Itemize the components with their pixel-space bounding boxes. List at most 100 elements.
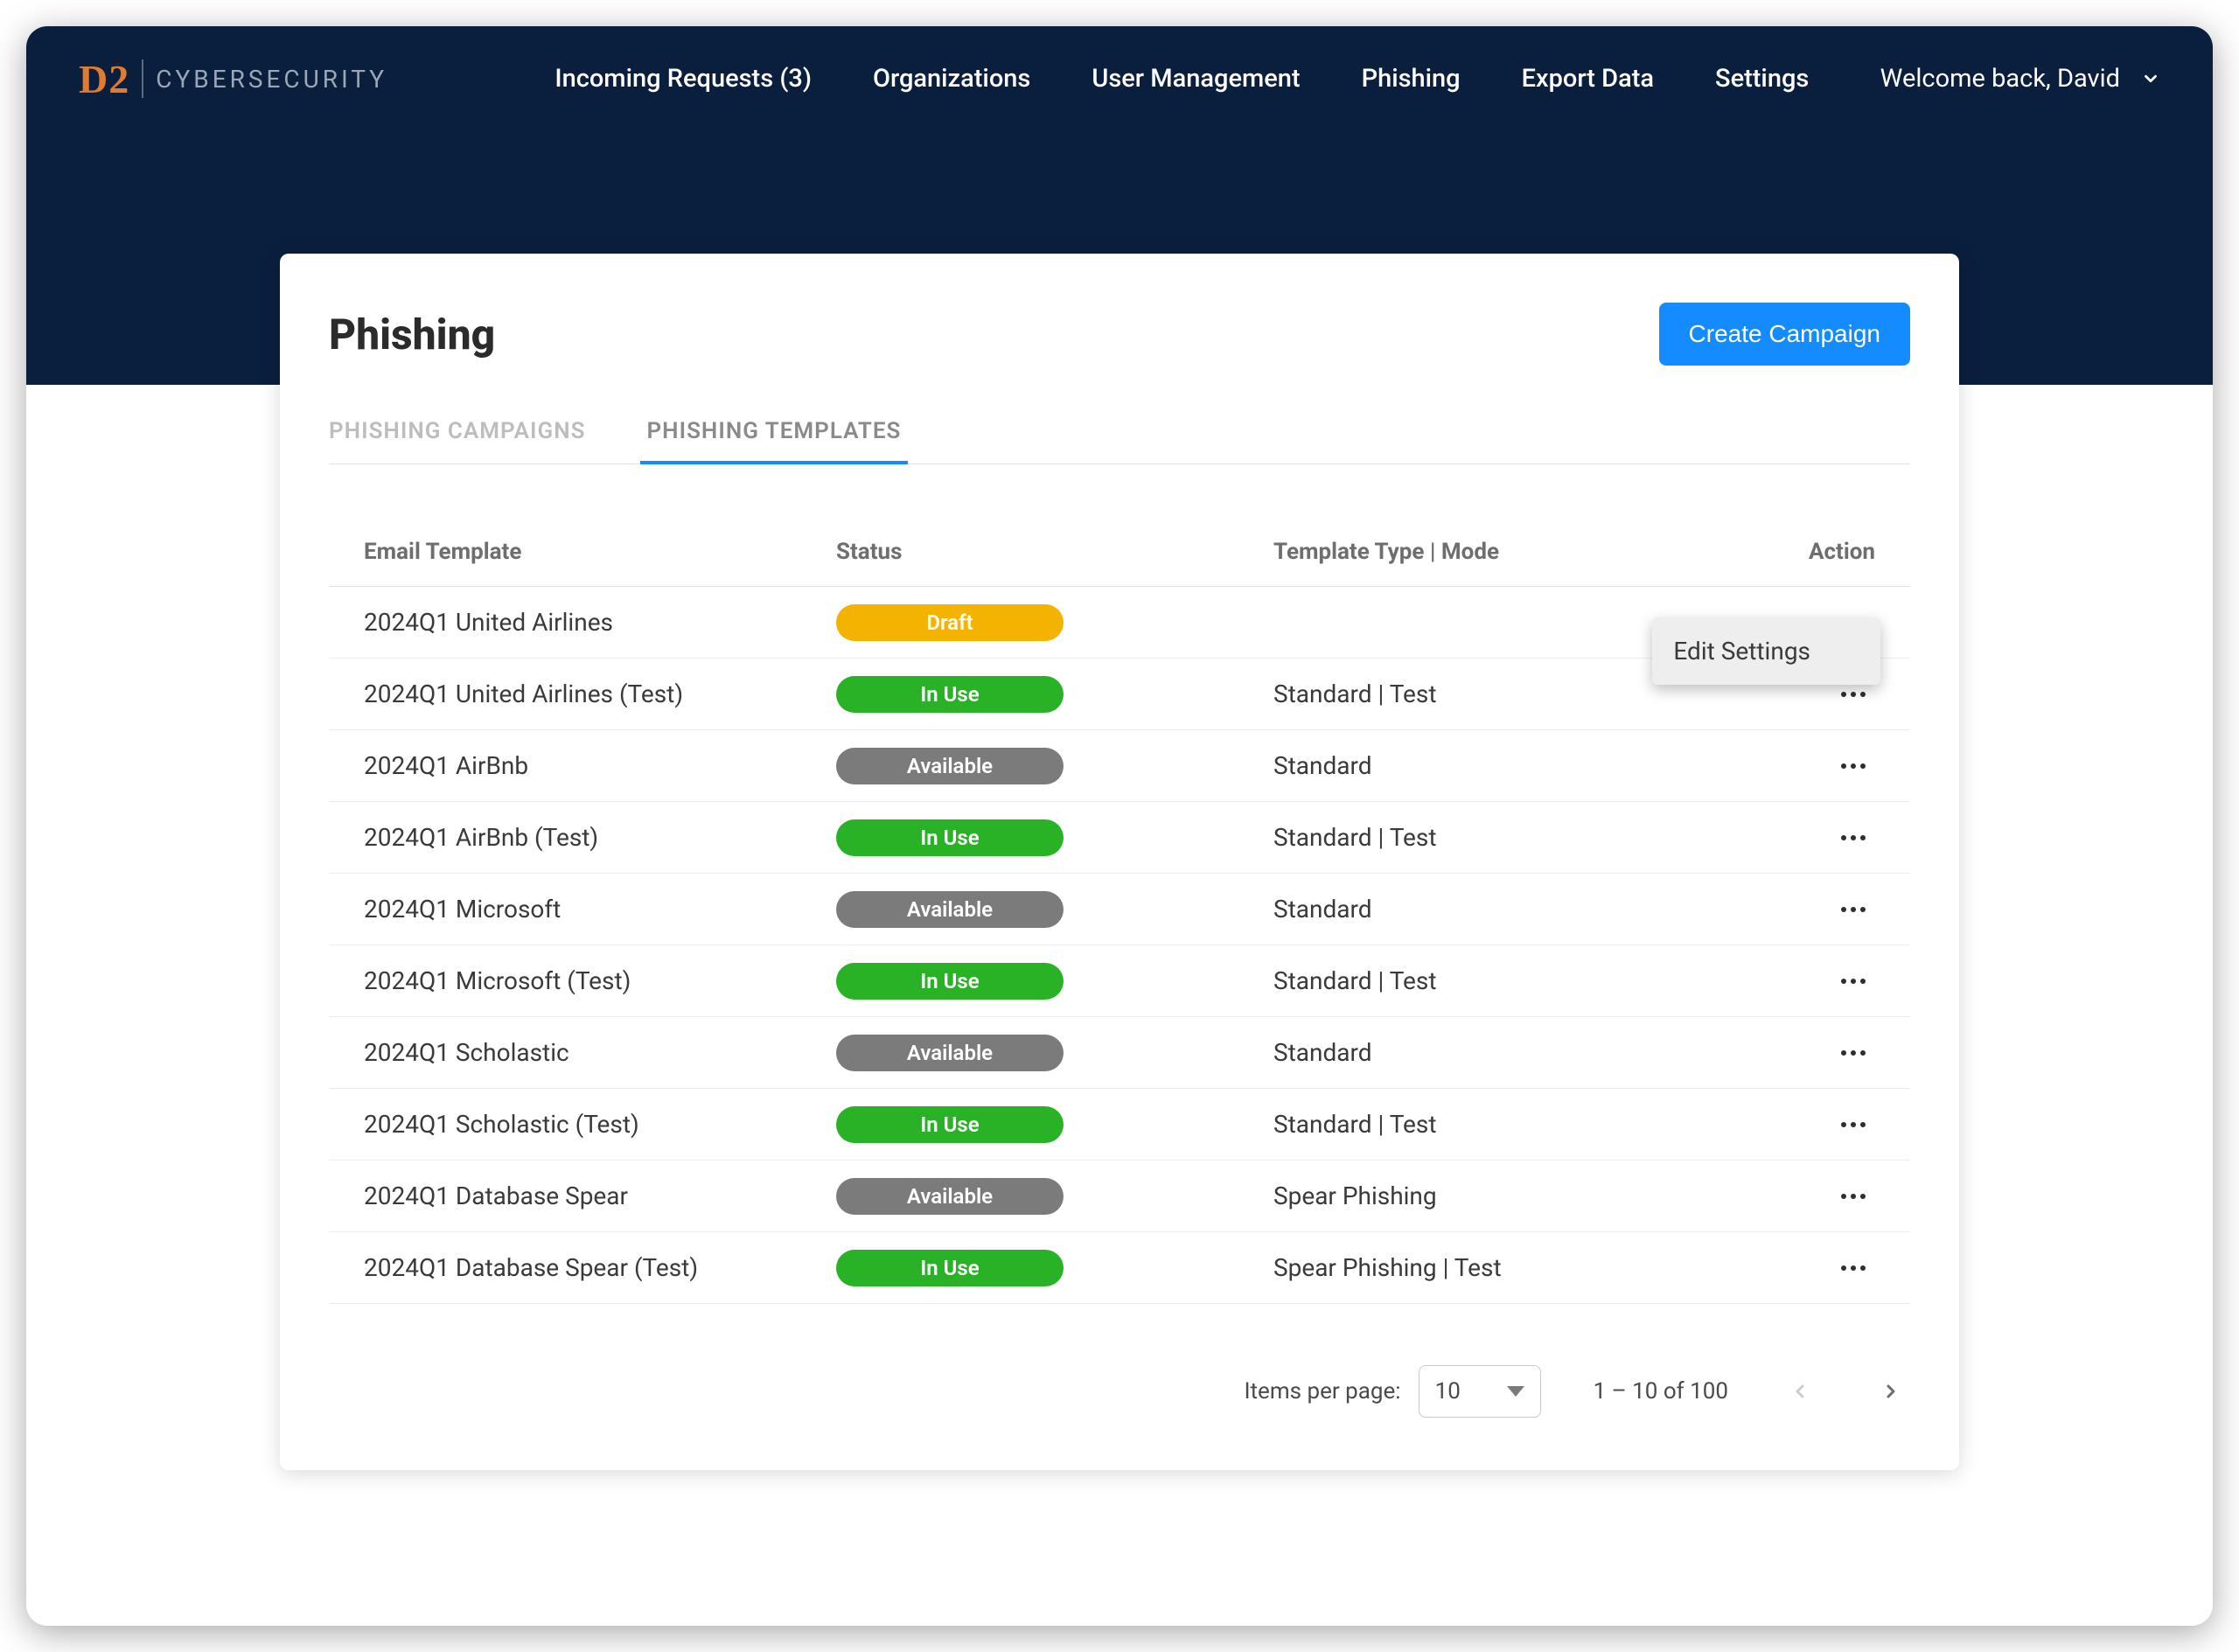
next-page-button[interactable]	[1872, 1372, 1910, 1411]
cell-action	[1798, 825, 1875, 851]
more-actions-icon[interactable]	[1831, 1255, 1875, 1281]
table-row: 2024Q1 United AirlinesDraftEdit Settings	[329, 587, 1910, 659]
cell-action	[1798, 681, 1875, 708]
nav-incoming-requests[interactable]: Incoming Requests (3)	[555, 64, 812, 94]
more-actions-icon[interactable]	[1831, 1112, 1875, 1138]
triangle-down-icon	[1507, 1386, 1524, 1397]
status-pill: In Use	[836, 1106, 1064, 1143]
table-row: 2024Q1 Microsoft (Test)In Use Standard | …	[329, 945, 1910, 1017]
row-action-menu[interactable]: Edit Settings	[1652, 617, 1880, 685]
col-action: Action	[1798, 539, 1875, 565]
cell-action	[1798, 1112, 1875, 1138]
cell-template-type: Standard	[1273, 895, 1798, 924]
cell-action	[1798, 896, 1875, 923]
table-header: Email Template Status Template Type | Mo…	[329, 517, 1910, 587]
welcome-text: Welcome back, David	[1880, 64, 2120, 94]
cell-action	[1798, 968, 1875, 994]
cell-email-template: 2024Q1 Scholastic	[364, 1038, 836, 1067]
tab-phishing-templates[interactable]: PHISHING TEMPLATES	[647, 408, 902, 464]
cell-email-template: 2024Q1 AirBnb	[364, 751, 836, 780]
items-per-page-label: Items per page:	[1244, 1378, 1400, 1405]
cell-status: In Use	[836, 963, 1273, 1000]
templates-table: Email Template Status Template Type | Mo…	[329, 517, 1910, 1304]
more-actions-icon[interactable]	[1831, 825, 1875, 851]
brand-logo: D2	[79, 56, 129, 102]
table-row: 2024Q1 Database Spear (Test)In Use Spear …	[329, 1232, 1910, 1304]
nav-links: Incoming Requests (3) Organizations User…	[484, 64, 1880, 94]
cell-email-template: 2024Q1 Scholastic (Test)	[364, 1110, 836, 1139]
nav-settings[interactable]: Settings	[1715, 64, 1809, 94]
col-status: Status	[836, 539, 1273, 565]
items-per-page-value: 10	[1435, 1378, 1461, 1405]
nav-phishing[interactable]: Phishing	[1362, 64, 1461, 94]
main-card: Phishing Create Campaign PHISHING CAMPAI…	[280, 254, 1959, 1470]
table-row: 2024Q1 MicrosoftAvailable Standard	[329, 874, 1910, 945]
table-row: 2024Q1 AirBnbAvailableStandard	[329, 730, 1910, 802]
app-window: D2 CYBERSECURITY Incoming Requests (3) O…	[26, 26, 2213, 1626]
pagination: Items per page: 10 1 – 10 of 100	[329, 1365, 1910, 1418]
cell-template-type: Spear Phishing | Test	[1273, 1253, 1798, 1282]
more-actions-icon[interactable]	[1831, 1040, 1875, 1066]
brand-divider	[142, 59, 143, 98]
cell-status: In Use	[836, 1106, 1273, 1143]
user-menu[interactable]: Welcome back, David	[1880, 64, 2160, 94]
status-pill: In Use	[836, 819, 1064, 856]
pagination-range: 1 – 10 of 100	[1594, 1378, 1728, 1405]
status-pill: Available	[836, 891, 1064, 928]
cell-template-type: Standard	[1273, 1038, 1798, 1067]
cell-template-type: Standard | Test	[1273, 1110, 1798, 1139]
cell-email-template: 2024Q1 Database Spear	[364, 1181, 836, 1210]
more-actions-icon[interactable]	[1831, 968, 1875, 994]
table-row: 2024Q1 ScholasticAvailable Standard	[329, 1017, 1910, 1089]
cell-template-type: Standard | Test	[1273, 823, 1798, 852]
status-pill: Draft	[836, 604, 1064, 641]
tabs: PHISHING CAMPAIGNS PHISHING TEMPLATES	[329, 408, 1910, 464]
cell-email-template: 2024Q1 United Airlines (Test)	[364, 680, 836, 708]
tab-phishing-campaigns[interactable]: PHISHING CAMPAIGNS	[329, 408, 586, 464]
cell-status: In Use	[836, 819, 1273, 856]
cell-action	[1798, 1040, 1875, 1066]
table-row: 2024Q1 Scholastic (Test)In Use Standard |…	[329, 1089, 1910, 1161]
cell-status: Draft	[836, 604, 1273, 641]
more-actions-icon[interactable]	[1831, 681, 1875, 708]
cell-email-template: 2024Q1 Microsoft	[364, 895, 836, 924]
items-per-page-select[interactable]: 10	[1419, 1365, 1541, 1418]
more-actions-icon[interactable]	[1831, 896, 1875, 923]
table-row: 2024Q1 Database SpearAvailable Spear Phis…	[329, 1161, 1910, 1232]
brand-text: CYBERSECURITY	[156, 65, 387, 94]
col-email-template: Email Template	[364, 539, 836, 565]
cell-status: Available	[836, 1035, 1273, 1071]
cell-status: In Use	[836, 676, 1273, 713]
brand: D2 CYBERSECURITY	[79, 56, 387, 102]
status-pill: In Use	[836, 963, 1064, 1000]
more-actions-icon[interactable]	[1831, 1183, 1875, 1209]
table-row: 2024Q1 AirBnb (Test)In Use Standard | Tes…	[329, 802, 1910, 874]
cell-action	[1798, 753, 1875, 779]
nav-export-data[interactable]: Export Data	[1522, 64, 1654, 94]
status-pill: Available	[836, 1178, 1064, 1215]
cell-action	[1798, 1255, 1875, 1281]
prev-page-button[interactable]	[1781, 1372, 1819, 1411]
status-pill: Available	[836, 1035, 1064, 1071]
cell-status: Available	[836, 1178, 1273, 1215]
status-pill: In Use	[836, 1250, 1064, 1286]
chevron-down-icon	[2141, 69, 2160, 88]
cell-status: Available	[836, 748, 1273, 784]
page-title: Phishing	[329, 310, 495, 359]
cell-action	[1798, 1183, 1875, 1209]
cell-email-template: 2024Q1 Database Spear (Test)	[364, 1253, 836, 1282]
status-pill: In Use	[836, 676, 1064, 713]
create-campaign-button[interactable]: Create Campaign	[1659, 303, 1910, 366]
cell-template-type: Standard	[1273, 751, 1798, 780]
more-actions-icon[interactable]	[1831, 753, 1875, 779]
cell-email-template: 2024Q1 United Airlines	[364, 608, 836, 637]
col-template-type: Template Type | Mode	[1273, 539, 1798, 565]
cell-template-type: Spear Phishing	[1273, 1181, 1798, 1210]
cell-status: In Use	[836, 1250, 1273, 1286]
cell-email-template: 2024Q1 Microsoft (Test)	[364, 966, 836, 995]
nav-user-management[interactable]: User Management	[1092, 64, 1300, 94]
cell-template-type: Standard | Test	[1273, 966, 1798, 995]
nav-organizations[interactable]: Organizations	[873, 64, 1030, 94]
cell-email-template: 2024Q1 AirBnb (Test)	[364, 823, 836, 852]
cell-status: Available	[836, 891, 1273, 928]
